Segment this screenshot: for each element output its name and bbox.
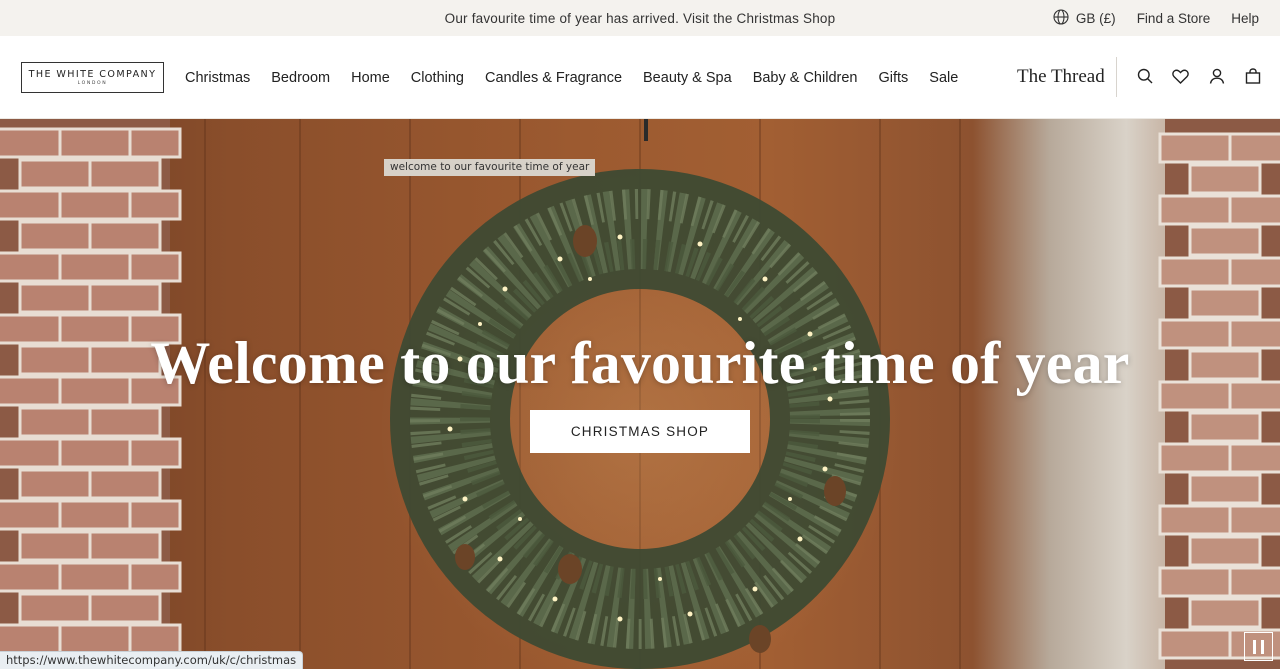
pause-bar-left — [1253, 639, 1256, 654]
header-icons — [1136, 67, 1261, 85]
nav-item-bedroom[interactable]: Bedroom — [271, 70, 330, 86]
hero-title: Welcome to our favourite time of year — [150, 330, 1130, 396]
nav-item-sale[interactable]: Sale — [929, 70, 958, 86]
logo-wordmark: THE WHITE COMPANY — [28, 68, 157, 80]
find-store-link[interactable]: Find a Store — [1137, 11, 1211, 26]
header-divider — [1116, 57, 1117, 97]
christmas-shop-button[interactable]: CHRISTMAS SHOP — [530, 410, 750, 453]
browser-status-url: https://www.thewhitecompany.com/uk/c/chr… — [0, 651, 304, 669]
utility-links: GB (£) Find a Store Help — [1053, 0, 1259, 36]
the-thread-link[interactable]: The Thread — [1017, 66, 1105, 88]
nav-item-candles-fragrance[interactable]: Candles & Fragrance — [485, 70, 622, 86]
announcement-bar: Our favourite time of year has arrived. … — [0, 0, 1280, 36]
heart-icon[interactable] — [1172, 67, 1189, 85]
locale-selector[interactable]: GB (£) — [1053, 8, 1116, 28]
globe-icon — [1053, 8, 1069, 28]
brand-logo[interactable]: THE WHITE COMPANY LONDON — [21, 62, 164, 93]
pause-bar-right — [1261, 639, 1264, 654]
locale-label: GB (£) — [1075, 10, 1116, 26]
hero-banner[interactable]: welcome to our favourite time of year We… — [0, 119, 1280, 669]
nav-item-clothing[interactable]: Clothing — [411, 70, 464, 86]
main-navigation: Christmas Bedroom Home Clothing Candles … — [185, 36, 958, 119]
hero-caption-tooltip: welcome to our favourite time of year — [384, 159, 596, 176]
announcement-message[interactable]: Our favourite time of year has arrived. … — [445, 11, 836, 26]
help-link[interactable]: Help — [1231, 11, 1259, 26]
nav-item-christmas[interactable]: Christmas — [185, 70, 250, 86]
nav-item-beauty-spa[interactable]: Beauty & Spa — [643, 70, 732, 86]
search-icon[interactable] — [1136, 67, 1153, 85]
logo-subtitle: LONDON — [77, 80, 108, 86]
bag-icon[interactable] — [1244, 67, 1261, 85]
account-icon[interactable] — [1208, 67, 1225, 85]
nav-item-home[interactable]: Home — [351, 70, 390, 86]
site-header: THE WHITE COMPANY LONDON Christmas Bedro… — [0, 36, 1280, 119]
pause-icon[interactable] — [1244, 632, 1273, 661]
nav-item-baby-children[interactable]: Baby & Children — [753, 70, 858, 86]
nav-item-gifts[interactable]: Gifts — [878, 70, 908, 86]
